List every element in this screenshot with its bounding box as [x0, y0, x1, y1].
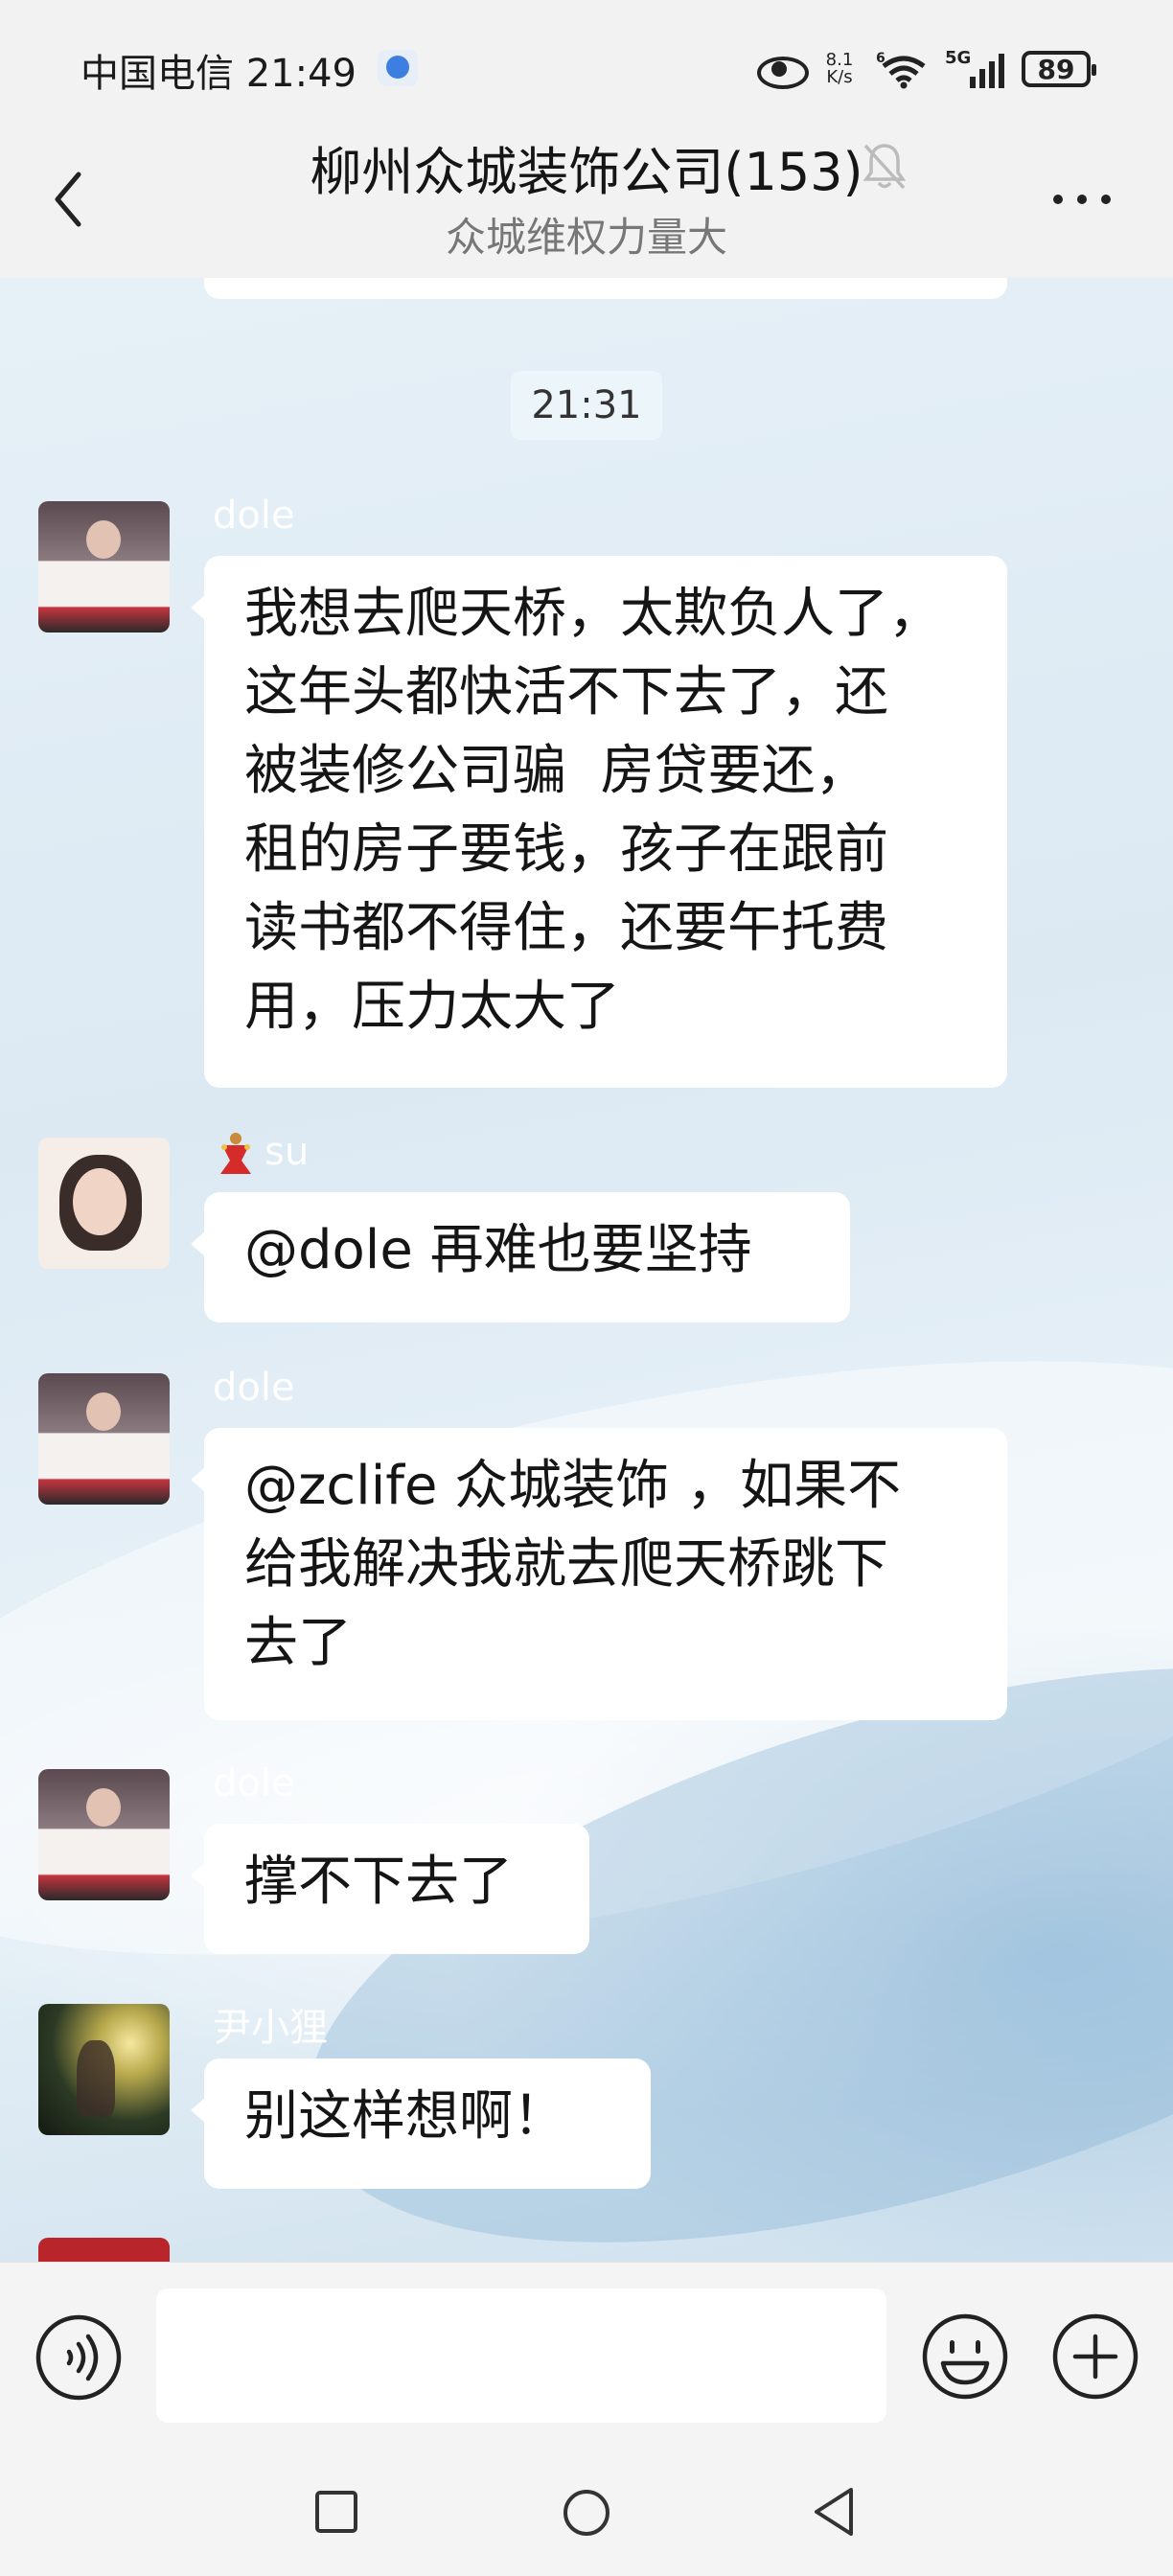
message-bubble[interactable]: 我想去爬天桥，太欺负人了， 这年头都快活不下去了，还 被装修公司骗 房贷要还， … — [191, 556, 1007, 1088]
carrier-time: 中国电信 21:49 — [80, 52, 356, 96]
emoji-icon[interactable] — [920, 2312, 1010, 2402]
battery-level: 89 — [1037, 53, 1075, 85]
net-speed-unit: K/s — [826, 67, 853, 87]
dancer-emoji-icon — [220, 1133, 251, 1174]
avatar[interactable] — [38, 2238, 170, 2262]
sender-name-row: su — [213, 1130, 309, 1176]
group-subtitle: 众城维权力量大 — [445, 214, 727, 261]
app-notification-icon — [378, 50, 418, 86]
message-bubble[interactable]: @zclife 众城装饰 ，如果不 给我解决我就去爬天桥跳下 去了 — [191, 1428, 1007, 1720]
message-bubble[interactable]: 别这样想啊！ — [191, 2058, 651, 2189]
title-wrap: 柳州众城装饰公司(153) — [0, 129, 1173, 205]
status-bar: 中国电信 21:49 8.1 K/s 6 5G 89 — [0, 0, 1173, 139]
cellular-signal-icon: 5G — [945, 48, 1004, 88]
battery-icon: 89 — [1022, 51, 1096, 87]
message-bubble[interactable]: @dole 再难也要坚持 — [191, 1192, 850, 1322]
muted-bell-icon — [862, 144, 907, 190]
sender-name: dole — [213, 494, 295, 538]
status-icons: 8.1 K/s 6 5G 89 — [755, 46, 1096, 92]
avatar[interactable] — [38, 501, 170, 632]
avatar[interactable] — [38, 1373, 170, 1505]
chat-area[interactable]: 21:31 dole 我想去爬天桥，太欺负人了， 这年头都快活不下去了，还 被装… — [0, 278, 1173, 2262]
home-icon[interactable] — [562, 2488, 611, 2538]
sender-name: dole — [213, 1366, 295, 1410]
message-input[interactable] — [156, 2288, 886, 2423]
nav-back-icon[interactable] — [811, 2486, 857, 2538]
net-speed: 8.1 K/s — [820, 52, 859, 86]
time-divider: 21:31 — [511, 371, 662, 440]
previous-message-bubble[interactable] — [204, 278, 1007, 299]
sender-name: 尹小狸 — [213, 2006, 328, 2050]
more-options-icon[interactable] — [1050, 188, 1114, 211]
avatar[interactable] — [38, 1769, 170, 1900]
voice-input-icon[interactable] — [34, 2313, 123, 2402]
sender-name: dole — [213, 1761, 295, 1806]
avatar[interactable] — [38, 2004, 170, 2135]
sender-name: su — [264, 1130, 310, 1174]
group-title[interactable]: 柳州众城装饰公司(153) — [310, 129, 862, 205]
add-attachment-icon[interactable] — [1050, 2312, 1140, 2402]
avatar[interactable] — [38, 1138, 170, 1269]
eye-icon — [755, 53, 809, 89]
recent-apps-icon[interactable] — [314, 2490, 358, 2534]
message-bubble[interactable]: 撑不下去了 — [191, 1824, 589, 1954]
wifi-icon: 6 — [876, 51, 926, 89]
network-gen-label: 5G — [945, 48, 972, 68]
